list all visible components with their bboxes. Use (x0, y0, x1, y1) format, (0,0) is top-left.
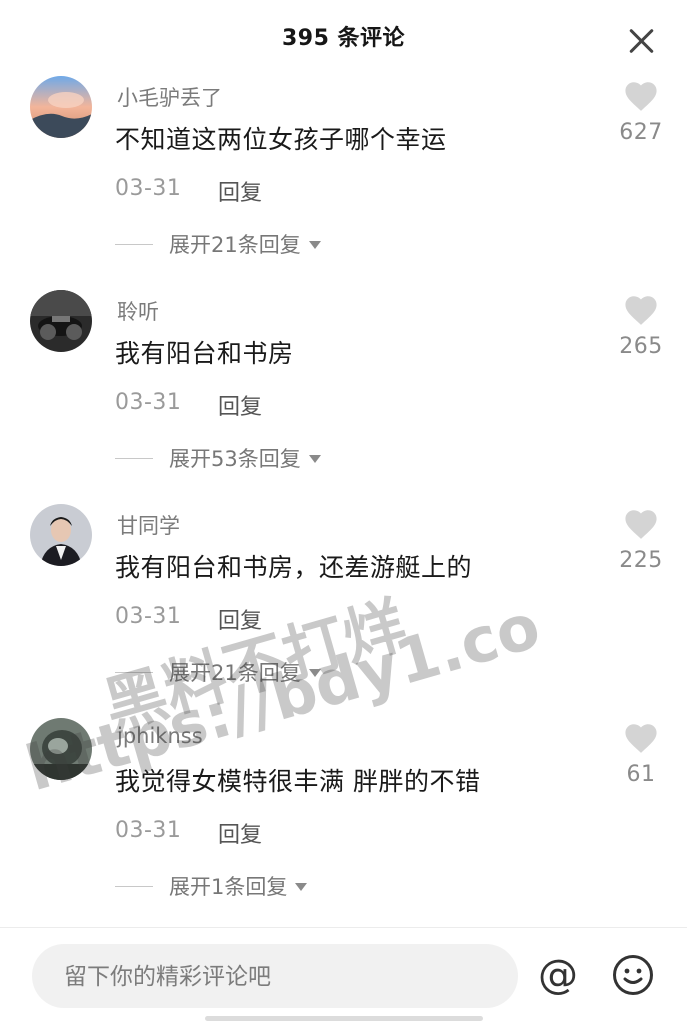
comment-input-bar: @ (0, 927, 687, 1025)
comment-item: jphiknss 我觉得女模特很丰满 胖胖的不错 03-31 回复 展开1条回复… (0, 718, 687, 932)
divider (115, 885, 153, 887)
comment-date: 03-31 (115, 390, 182, 415)
username[interactable]: jphiknss (117, 724, 203, 748)
comment-input-container[interactable] (32, 944, 518, 1010)
expand-replies-label: 展开21条回复 (169, 661, 301, 685)
username[interactable]: 小毛驴丢了 (117, 82, 222, 112)
avatar[interactable] (30, 718, 92, 780)
reply-button[interactable]: 回复 (218, 175, 262, 207)
caret-down-icon (308, 241, 321, 249)
comment-text: 我有阳台和书房，还差游艇上的 (115, 553, 473, 582)
caret-down-icon (308, 455, 321, 463)
like-button[interactable]: 627 (612, 80, 670, 150)
comment-text: 不知道这两位女孩子哪个幸运 (115, 125, 447, 154)
expand-replies-button[interactable]: 展开1条回复 (115, 871, 308, 901)
like-count: 61 (626, 762, 656, 787)
like-count: 225 (619, 548, 663, 573)
heart-icon (625, 82, 657, 111)
avatar[interactable] (30, 290, 92, 352)
comment-text: 我觉得女模特很丰满 胖胖的不错 (115, 767, 481, 796)
reply-button[interactable]: 回复 (218, 603, 262, 635)
like-count: 627 (619, 120, 663, 145)
avatar[interactable] (30, 504, 92, 566)
expand-replies-button[interactable]: 展开21条回复 (115, 657, 321, 687)
like-count: 265 (619, 334, 663, 359)
divider (115, 243, 153, 245)
expand-replies-label: 展开21条回复 (169, 233, 301, 257)
like-button[interactable]: 265 (612, 294, 670, 364)
username[interactable]: 聆听 (117, 296, 159, 326)
caret-down-icon (308, 669, 321, 677)
comment-date: 03-31 (115, 818, 182, 843)
comments-header: 395 条评论 (0, 0, 687, 70)
caret-down-icon (295, 883, 308, 891)
comment-item: 聆听 我有阳台和书房 03-31 回复 展开53条回复 265 (0, 290, 687, 504)
heart-icon (625, 510, 657, 539)
comment-text: 我有阳台和书房 (115, 339, 294, 368)
like-button[interactable]: 225 (612, 508, 670, 578)
expand-replies-label: 展开1条回复 (169, 875, 288, 899)
heart-icon (625, 724, 657, 753)
username[interactable]: 甘同学 (117, 510, 180, 540)
divider (115, 671, 153, 673)
heart-icon (625, 296, 657, 325)
reply-button[interactable]: 回复 (218, 817, 262, 849)
comment-date: 03-31 (115, 176, 182, 201)
like-button[interactable]: 61 (612, 722, 670, 792)
comment-count-title: 395 条评论 (281, 26, 406, 51)
close-icon[interactable] (627, 26, 657, 56)
expand-replies-button[interactable]: 展开53条回复 (115, 443, 321, 473)
mention-button[interactable]: @ (535, 950, 581, 1000)
comment-item: 小毛驴丢了 不知道这两位女孩子哪个幸运 03-31 回复 展开21条回复 627 (0, 76, 687, 290)
comment-date: 03-31 (115, 604, 182, 629)
smiley-icon[interactable] (612, 954, 654, 996)
comment-item: 甘同学 我有阳台和书房，还差游艇上的 03-31 回复 展开21条回复 225 (0, 504, 687, 718)
expand-replies-label: 展开53条回复 (169, 447, 301, 471)
comment-input[interactable] (62, 944, 496, 1010)
divider (115, 457, 153, 459)
reply-button[interactable]: 回复 (218, 389, 262, 421)
home-indicator (205, 1016, 483, 1021)
expand-replies-button[interactable]: 展开21条回复 (115, 229, 321, 259)
avatar[interactable] (30, 76, 92, 138)
